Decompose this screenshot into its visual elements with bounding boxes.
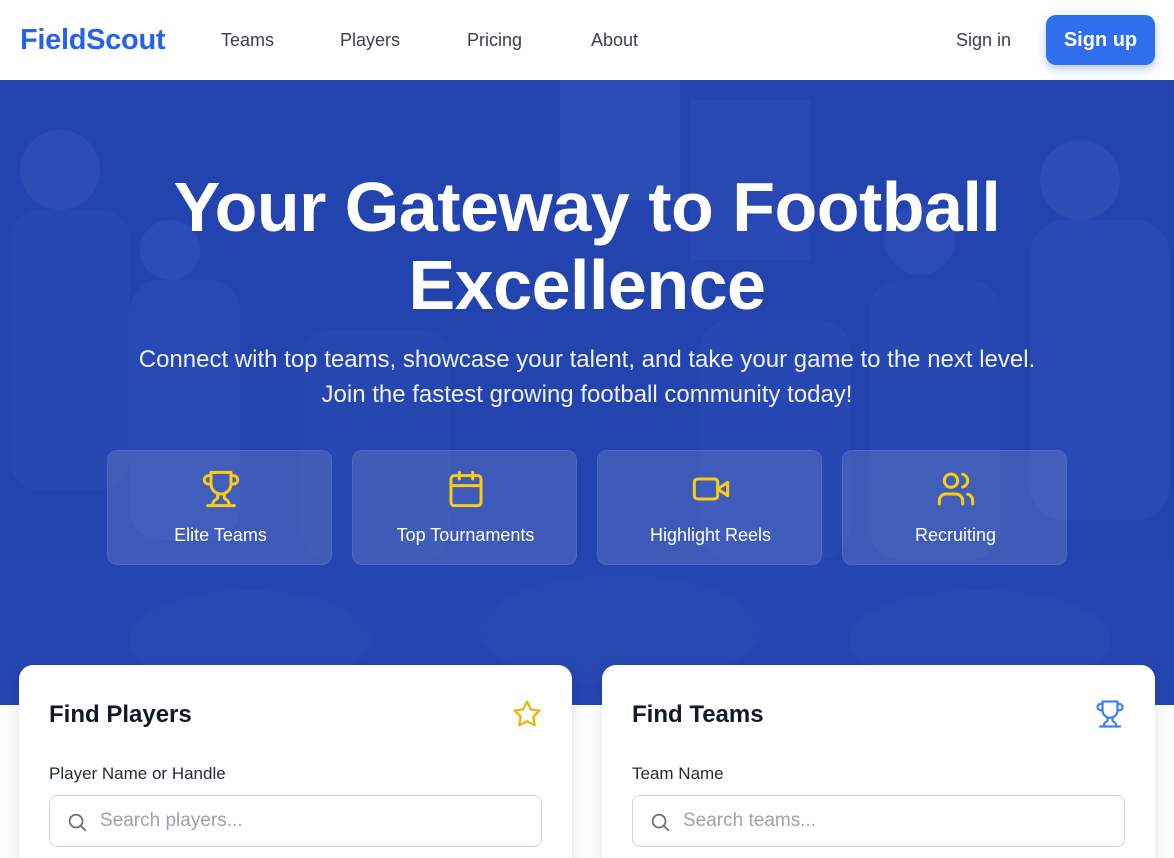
sign-in-link[interactable]: Sign in: [956, 30, 1011, 51]
card-title: Find Players: [49, 701, 192, 728]
team-search-box[interactable]: [632, 795, 1125, 847]
users-icon: [843, 469, 1068, 509]
find-players-card: Find Players Player Name or Handle: [19, 665, 572, 858]
feature-label: Elite Teams: [174, 525, 267, 545]
trophy-icon: [1095, 699, 1125, 734]
sign-up-button[interactable]: Sign up: [1046, 15, 1155, 65]
player-name-label: Player Name or Handle: [49, 764, 226, 783]
feature-top-tournaments[interactable]: Top Tournaments: [352, 450, 577, 565]
player-search-input[interactable]: [100, 796, 520, 846]
nav-link-about[interactable]: About: [591, 30, 638, 51]
calendar-icon: [353, 469, 578, 509]
team-search-input[interactable]: [683, 796, 1103, 846]
player-search-box[interactable]: [49, 795, 542, 847]
card-title: Find Teams: [632, 701, 764, 728]
find-teams-card: Find Teams Team Name: [602, 665, 1155, 858]
nav-link-teams[interactable]: Teams: [221, 30, 274, 51]
brand-logo[interactable]: FieldScout: [20, 24, 166, 57]
hero-section: Your Gateway to Football Excellence Conn…: [0, 80, 1174, 705]
feature-label: Top Tournaments: [396, 525, 535, 545]
search-icon: [649, 811, 671, 838]
top-navbar: FieldScout Teams Players Pricing About S…: [0, 0, 1174, 80]
feature-label: Highlight Reels: [649, 525, 772, 545]
search-icon: [66, 811, 88, 838]
feature-highlight-reels[interactable]: Highlight Reels: [597, 450, 822, 565]
hero-subtitle: Connect with top teams, showcase your ta…: [138, 346, 1036, 408]
video-icon: [598, 469, 823, 509]
hero-title: Your Gateway to Football Excellence: [173, 168, 1001, 324]
feature-recruiting[interactable]: Recruiting: [842, 450, 1067, 565]
star-icon: [512, 699, 542, 734]
feature-elite-teams[interactable]: Elite Teams: [107, 450, 332, 565]
trophy-icon: [108, 469, 333, 509]
team-name-label: Team Name: [632, 764, 724, 783]
nav-link-pricing[interactable]: Pricing: [467, 30, 522, 51]
nav-link-players[interactable]: Players: [340, 30, 400, 51]
feature-label: Recruiting: [914, 525, 997, 545]
